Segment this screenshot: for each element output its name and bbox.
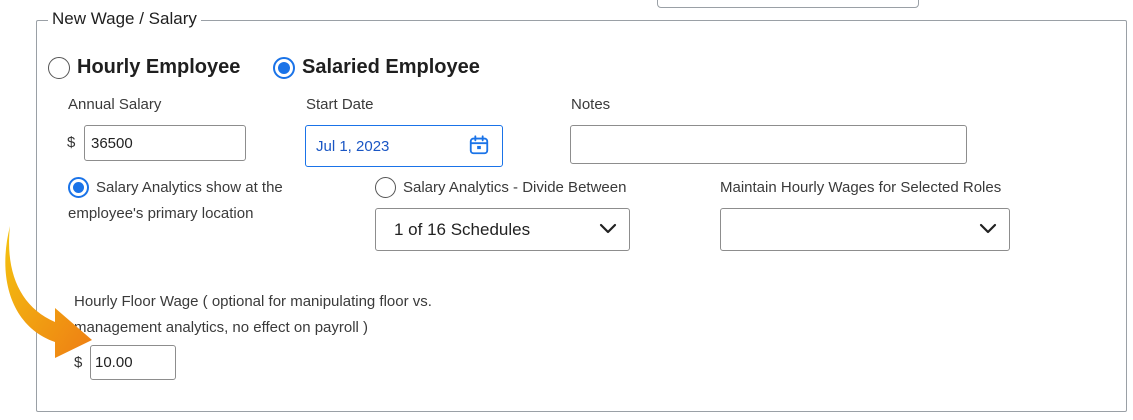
floor-wage-input[interactable]: 10.00 [90,345,176,380]
start-date-input[interactable]: Jul 1, 2023 [305,125,503,167]
schedules-select-value: 1 of 16 Schedules [394,219,531,239]
hourly-employee-label: Hourly Employee [77,56,241,78]
analytics-divide-between-radio[interactable] [375,177,396,198]
floor-wage-label-line1: Hourly Floor Wage ( optional for manipul… [74,293,432,310]
start-date-value: Jul 1, 2023 [316,137,390,155]
hourly-employee-option[interactable]: Hourly Employee [48,56,240,79]
chevron-down-icon [599,223,617,234]
analytics-divide-between-option[interactable]: Salary Analytics - Divide Between [375,177,626,198]
annual-salary-label: Annual Salary [68,96,162,113]
salaried-employee-label: Salaried Employee [302,56,480,78]
analytics-primary-label-line1: Salary Analytics show at the [96,179,283,196]
maintain-hourly-wages-select[interactable] [720,208,1010,251]
chevron-down-icon [979,223,997,234]
analytics-primary-label-line2: employee's primary location [68,205,254,222]
annual-salary-currency: $ [67,134,76,151]
analytics-primary-location-radio[interactable] [68,177,89,198]
calendar-icon[interactable] [468,134,490,156]
notes-label: Notes [571,96,611,113]
hourly-employee-radio[interactable] [48,56,70,79]
annual-salary-input[interactable]: 36500 [84,125,246,161]
maintain-hourly-wages-label: Maintain Hourly Wages for Selected Roles [720,179,1002,196]
floor-wage-label-line2: management analytics, no effect on payro… [74,319,369,336]
notes-textarea[interactable] [570,125,967,164]
salaried-employee-radio[interactable] [273,56,295,79]
start-date-label: Start Date [306,96,374,113]
pointer-arrow-icon [5,226,92,358]
schedules-select[interactable]: 1 of 16 Schedules [375,208,630,251]
salaried-employee-option[interactable]: Salaried Employee [273,56,480,79]
top-partial-input[interactable] [657,0,919,8]
analytics-primary-location-option[interactable]: Salary Analytics show at the [68,177,283,198]
analytics-divide-between-label: Salary Analytics - Divide Between [403,179,627,196]
fieldset-legend: New Wage / Salary [48,9,201,29]
